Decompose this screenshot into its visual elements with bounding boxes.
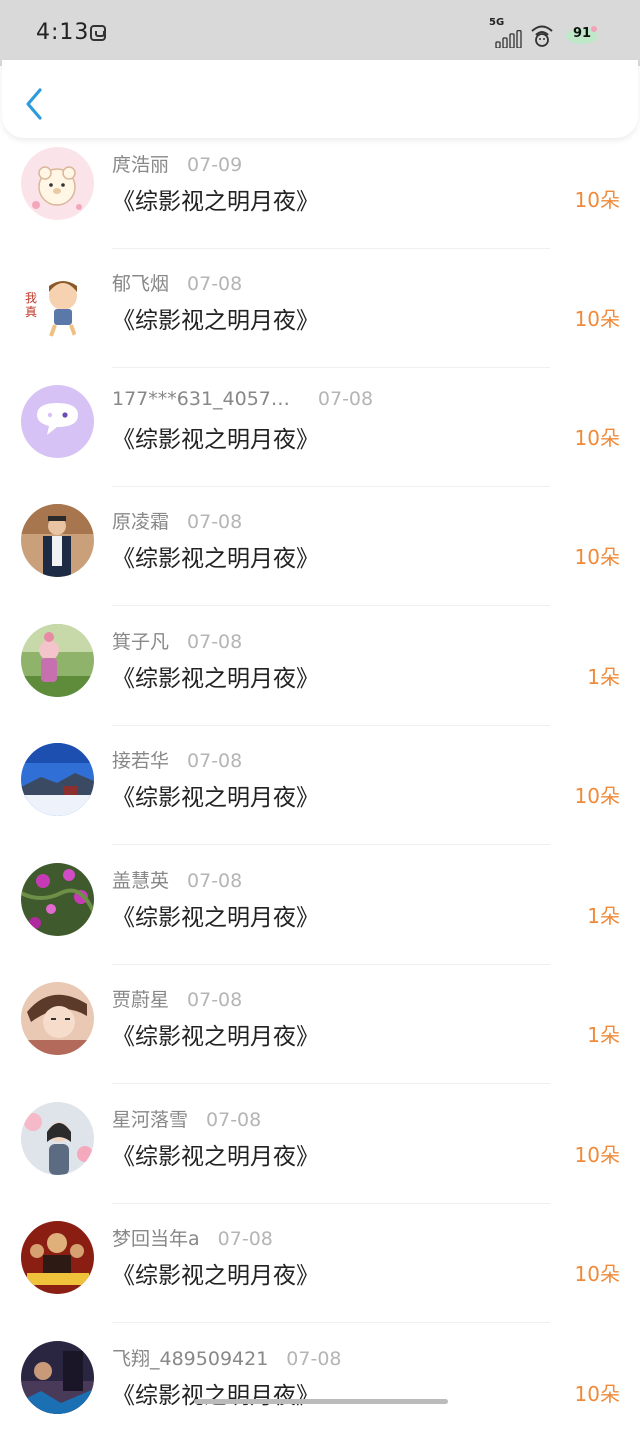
avatar[interactable]: 我 真 [21,266,94,339]
status-bar: 4:13 5G 91 [0,0,640,66]
flower-photo-icon [21,863,94,936]
dark-poster-icon [21,1341,94,1414]
avatar[interactable] [21,504,94,577]
book-title[interactable]: 《综影视之明月夜》 [112,659,319,693]
svg-text:我: 我 [25,291,37,305]
avatar[interactable] [21,863,94,936]
chat-bubble-icon [21,385,94,458]
book-title[interactable]: 《综影视之明月夜》 [112,420,319,454]
cartoon-boy-icon: 我 真 [21,266,94,339]
home-indicator[interactable] [194,1399,448,1404]
back-arrow-icon[interactable] [22,86,48,122]
entry-date: 07-08 [187,750,243,772]
anime-boy-icon [21,982,94,1055]
book-title[interactable]: 《综影视之明月夜》 [112,1256,319,1290]
avatar[interactable] [21,743,94,816]
flower-count: 1朵 [587,665,620,689]
bear-icon [21,147,94,220]
list-item[interactable]: 177***631_4057… 07-08 《综影视之明月夜》 10朵 [0,368,640,487]
list-item[interactable]: 星河落雪 07-08 《综影视之明月夜》 10朵 [0,1085,640,1204]
avatar[interactable] [21,385,94,458]
user-name: 飞翔_489509421 [112,1348,269,1370]
svg-text:真: 真 [25,305,37,319]
user-name: 177***631_4057… [112,388,290,410]
flower-count: 10朵 [574,1143,620,1167]
network-type-label: 5G [489,17,505,28]
avatar[interactable] [21,1341,94,1414]
book-title[interactable]: 《综影视之明月夜》 [112,182,319,216]
entry-date: 07-08 [187,989,243,1011]
entry-date: 07-09 [187,154,243,176]
avatar[interactable] [21,147,94,220]
book-title[interactable]: 《综影视之明月夜》 [112,301,319,335]
list-item[interactable]: 盖慧英 07-08 《综影视之明月夜》 1朵 [0,846,640,965]
user-name: 原凌霜 [112,511,170,533]
flower-count: 10朵 [574,1382,620,1406]
book-title[interactable]: 《综影视之明月夜》 [112,898,319,932]
entry-date: 07-08 [317,388,374,410]
entry-date: 07-08 [206,1109,262,1131]
user-name: 盖慧英 [112,870,170,892]
flower-count: 10朵 [574,307,620,331]
list-item[interactable]: 贾蔚星 07-08 《综影视之明月夜》 1朵 [0,965,640,1084]
list-item[interactable]: 接若华 07-08 《综影视之明月夜》 10朵 [0,726,640,845]
user-name: 贾蔚星 [112,989,170,1011]
entry-date: 07-08 [286,1348,342,1370]
flower-count: 1朵 [587,904,620,928]
list-item[interactable]: 庹浩丽 07-09 《综影视之明月夜》 10朵 [0,130,640,249]
book-title[interactable]: 《综影视之明月夜》 [112,539,319,573]
user-name: 星河落雪 [112,1109,189,1131]
book-title[interactable]: 《综影视之明月夜》 [112,1376,319,1410]
doll-photo-icon [21,624,94,697]
wifi-icon [531,25,553,47]
user-name: 郁飞烟 [112,273,170,295]
avatar[interactable] [21,1221,94,1294]
list-item[interactable]: 飞翔_489509421 07-08 《综影视之明月夜》 10朵 [0,1324,640,1443]
entry-date: 07-08 [187,273,243,295]
book-title[interactable]: 《综影视之明月夜》 [112,1137,319,1171]
user-name: 接若华 [112,750,170,772]
flower-count: 1朵 [587,1023,620,1047]
battery-level: 91 [573,26,592,41]
divider [112,605,550,606]
entry-date: 07-08 [187,511,243,533]
entry-date: 07-08 [217,1228,273,1250]
book-title[interactable]: 《综影视之明月夜》 [112,1017,319,1051]
list-item[interactable]: 箕子凡 07-08 《综影视之明月夜》 1朵 [0,607,640,726]
user-name: 箕子凡 [112,631,170,653]
movie-poster-icon [21,1221,94,1294]
flower-count: 10朵 [574,1262,620,1286]
flower-count: 10朵 [574,188,620,212]
avatar[interactable] [21,1102,94,1175]
divider [112,1083,550,1084]
list-item[interactable]: 我 真 郁飞烟 07-08 《综影视之明月夜》 10朵 [0,249,640,368]
flower-count: 10朵 [574,545,620,569]
avatar[interactable] [21,624,94,697]
entry-date: 07-08 [187,631,243,653]
status-time: 4:13 [36,20,90,45]
book-title[interactable]: 《综影视之明月夜》 [112,778,319,812]
entry-date: 07-08 [187,870,243,892]
user-name: 庹浩丽 [112,154,170,176]
signal-icon [495,30,522,48]
divider [112,844,550,845]
flower-count: 10朵 [574,426,620,450]
avatar[interactable] [21,982,94,1055]
user-name: 梦回当年a [112,1228,200,1250]
list-item[interactable]: 原凌霜 07-08 《综影视之明月夜》 10朵 [0,487,640,606]
girl-photo-icon [21,1102,94,1175]
person-photo-icon [21,504,94,577]
app-notification-icon [90,25,106,41]
snow-landscape-icon [21,743,94,816]
nav-bar [2,60,638,138]
list-item[interactable]: 梦回当年a 07-08 《综影视之明月夜》 10朵 [0,1204,640,1323]
divider [112,1322,550,1323]
flower-count: 10朵 [574,784,620,808]
